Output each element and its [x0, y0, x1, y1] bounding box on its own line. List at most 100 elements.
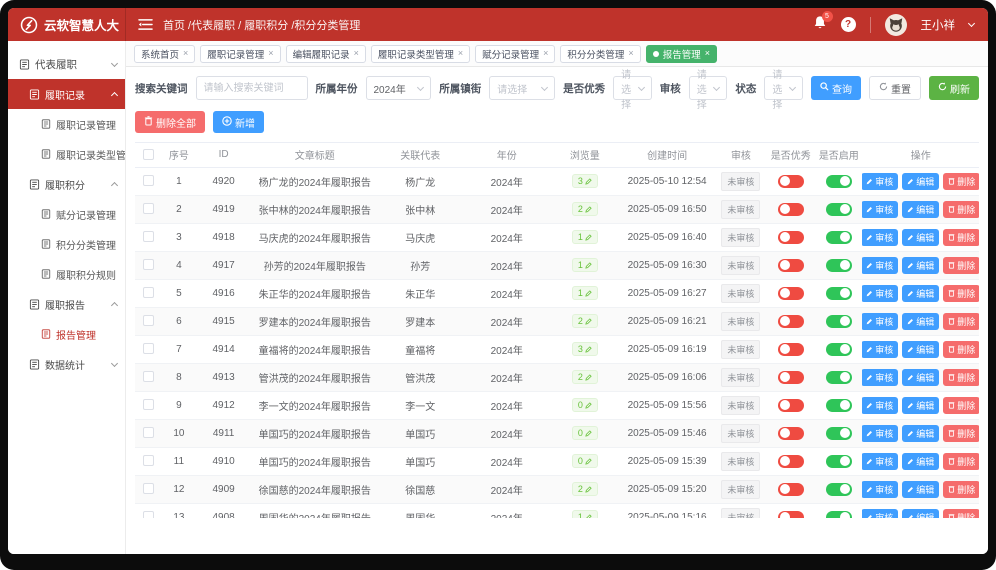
avatar[interactable]	[885, 14, 907, 36]
delete-button[interactable]: 删除	[943, 285, 979, 302]
select-all-checkbox[interactable]	[143, 149, 154, 160]
delete-button[interactable]: 删除	[943, 313, 979, 330]
enabled-toggle[interactable]	[826, 371, 852, 384]
tab-record-edit[interactable]: 编辑履职记录×	[286, 45, 366, 63]
edit-button[interactable]: 编辑	[902, 229, 939, 246]
views-badge[interactable]: 3	[572, 174, 598, 188]
edit-button[interactable]: 编辑	[902, 285, 939, 302]
excellent-toggle[interactable]	[778, 259, 804, 272]
review-button[interactable]: 审核	[862, 341, 898, 358]
search-button[interactable]: 查询	[811, 76, 861, 100]
row-checkbox[interactable]	[143, 287, 154, 298]
excellent-toggle[interactable]	[778, 455, 804, 468]
row-checkbox[interactable]	[143, 371, 154, 382]
review-button[interactable]: 审核	[862, 453, 898, 470]
sidebar-item-fufen-jilu-guanli[interactable]: 赋分记录管理	[8, 199, 125, 229]
review-button[interactable]: 审核	[862, 257, 898, 274]
enabled-toggle[interactable]	[826, 343, 852, 356]
tab-close-icon[interactable]: ×	[628, 49, 633, 58]
excellent-toggle[interactable]	[778, 371, 804, 384]
excellent-toggle[interactable]	[778, 287, 804, 300]
tab-close-icon[interactable]: ×	[183, 49, 188, 58]
row-checkbox[interactable]	[143, 259, 154, 270]
tab-close-icon[interactable]: ×	[543, 49, 548, 58]
review-button[interactable]: 审核	[862, 229, 898, 246]
views-badge[interactable]: 0	[572, 426, 598, 440]
reset-button[interactable]: 重置	[869, 76, 921, 100]
tab-close-icon[interactable]: ×	[458, 49, 463, 58]
views-badge[interactable]: 2	[572, 314, 598, 328]
review-button[interactable]: 审核	[862, 173, 898, 190]
delete-button[interactable]: 删除	[943, 425, 979, 442]
notifications-button[interactable]: 5	[813, 15, 827, 35]
views-badge[interactable]: 0	[572, 398, 598, 412]
enabled-toggle[interactable]	[826, 259, 852, 272]
excellent-toggle[interactable]	[778, 511, 804, 519]
excellent-toggle[interactable]	[778, 315, 804, 328]
edit-button[interactable]: 编辑	[902, 509, 939, 519]
delete-button[interactable]: 删除	[943, 397, 979, 414]
tab-close-icon[interactable]: ×	[705, 49, 710, 58]
user-menu-chevron-icon[interactable]	[968, 20, 975, 27]
help-icon[interactable]: ?	[841, 17, 856, 32]
views-badge[interactable]: 1	[572, 510, 598, 518]
year-select[interactable]: 2024年	[366, 76, 432, 100]
row-checkbox[interactable]	[143, 231, 154, 242]
row-checkbox[interactable]	[143, 343, 154, 354]
edit-button[interactable]: 编辑	[902, 369, 939, 386]
sidebar-item-lvzhi-baogao[interactable]: 履职报告	[8, 289, 125, 319]
edit-button[interactable]: 编辑	[902, 425, 939, 442]
enabled-toggle[interactable]	[826, 175, 852, 188]
edit-button[interactable]: 编辑	[902, 453, 939, 470]
views-badge[interactable]: 2	[572, 482, 598, 496]
sidebar-item-lvzhi-jilu[interactable]: 履职记录	[8, 79, 125, 109]
excellent-toggle[interactable]	[778, 399, 804, 412]
edit-button[interactable]: 编辑	[902, 201, 939, 218]
row-checkbox[interactable]	[143, 455, 154, 466]
views-badge[interactable]: 3	[572, 342, 598, 356]
edit-button[interactable]: 编辑	[902, 341, 939, 358]
sidebar-item-jifen-fenlei-guanli[interactable]: 积分分类管理	[8, 229, 125, 259]
sidebar-item-lvzhi-jilu-guanli[interactable]: 履职记录管理	[8, 109, 125, 139]
tab-system-home[interactable]: 系统首页×	[134, 45, 195, 63]
edit-button[interactable]: 编辑	[902, 397, 939, 414]
audit-select[interactable]: 请选择	[689, 76, 728, 100]
delete-button[interactable]: 删除	[943, 453, 979, 470]
delete-all-button[interactable]: 删除全部	[135, 111, 205, 133]
delete-button[interactable]: 删除	[943, 173, 979, 190]
enabled-toggle[interactable]	[826, 455, 852, 468]
row-checkbox[interactable]	[143, 175, 154, 186]
enabled-toggle[interactable]	[826, 315, 852, 328]
delete-button[interactable]: 删除	[943, 341, 979, 358]
add-button[interactable]: 新增	[213, 111, 264, 133]
enabled-toggle[interactable]	[826, 203, 852, 216]
delete-button[interactable]: 删除	[943, 229, 979, 246]
sidebar-item-jilu-leixing-guanli[interactable]: 履职记录类型管理	[8, 139, 125, 169]
review-button[interactable]: 审核	[862, 201, 898, 218]
row-checkbox[interactable]	[143, 483, 154, 494]
row-checkbox[interactable]	[143, 427, 154, 438]
enabled-toggle[interactable]	[826, 287, 852, 300]
views-badge[interactable]: 2	[572, 202, 598, 216]
tab-close-icon[interactable]: ×	[354, 49, 359, 58]
excellent-toggle[interactable]	[778, 427, 804, 440]
enabled-toggle[interactable]	[826, 427, 852, 440]
delete-button[interactable]: 删除	[943, 369, 979, 386]
row-checkbox[interactable]	[143, 203, 154, 214]
row-checkbox[interactable]	[143, 511, 154, 518]
views-badge[interactable]: 1	[572, 258, 598, 272]
enabled-toggle[interactable]	[826, 511, 852, 519]
tab-record-type-manage[interactable]: 履职记录类型管理×	[371, 45, 470, 63]
sidebar-item-shuju-tongji[interactable]: 数据统计	[8, 349, 125, 379]
delete-button[interactable]: 删除	[943, 481, 979, 498]
sidebar-item-jifen-guize[interactable]: 履职积分规则	[8, 259, 125, 289]
street-select[interactable]: 请选择	[489, 76, 555, 100]
review-button[interactable]: 审核	[862, 397, 898, 414]
status-select[interactable]: 请选择	[764, 76, 803, 100]
keyword-input[interactable]	[196, 76, 308, 100]
review-button[interactable]: 审核	[862, 509, 898, 519]
excellent-toggle[interactable]	[778, 483, 804, 496]
sidebar-item-baogao-guanli[interactable]: 报告管理	[8, 319, 125, 349]
views-badge[interactable]: 1	[572, 230, 598, 244]
excellent-toggle[interactable]	[778, 175, 804, 188]
